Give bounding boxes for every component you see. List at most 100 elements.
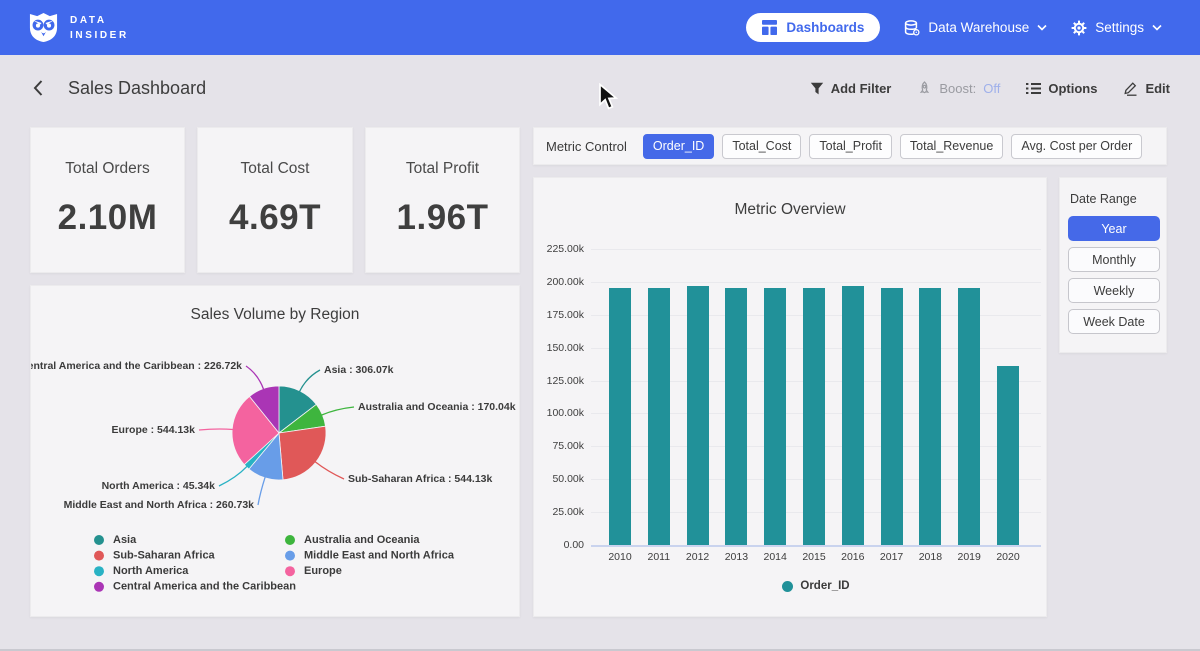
y-axis-tick: 125.00k: [534, 375, 584, 387]
bar-2013[interactable]: [725, 288, 747, 545]
bar-chart-legend[interactable]: Order_ID: [591, 580, 1041, 592]
date-range-weekly[interactable]: Weekly: [1068, 278, 1160, 303]
bar-2012[interactable]: [687, 286, 709, 545]
boost-toggle[interactable]: Boost: Off: [917, 81, 1000, 96]
metric-chip-total-cost[interactable]: Total_Cost: [722, 134, 801, 159]
add-filter-button[interactable]: Add Filter: [810, 81, 892, 96]
top-nav-menu: Dashboards Data Warehouse: [746, 13, 1162, 42]
kpi-card-total-cost: Total Cost 4.69T: [197, 127, 353, 273]
x-axis-tick: 2016: [833, 551, 873, 563]
pie-leader-line: [219, 466, 247, 486]
pie-label-middle-east-and-north-africa: Middle East and North Africa : 260.73k: [64, 499, 255, 511]
options-button[interactable]: Options: [1026, 81, 1097, 96]
brand-line-2: INSIDER: [70, 30, 129, 41]
pie-legend-north-america[interactable]: North America: [113, 565, 189, 577]
kpi-label: Total Profit: [406, 160, 479, 178]
kpi-card-total-profit: Total Profit 1.96T: [365, 127, 520, 273]
settings-label: Settings: [1095, 20, 1144, 35]
pie-label-north-america: North America : 45.34k: [102, 480, 216, 492]
chevron-left-icon: [32, 79, 44, 97]
metric-chip-total-revenue[interactable]: Total_Revenue: [900, 134, 1003, 159]
x-axis-tick: 2019: [949, 551, 989, 563]
x-axis-tick: 2011: [639, 551, 679, 563]
gridline: [591, 249, 1041, 250]
owl-logo-icon: [27, 12, 60, 43]
legend-dot-icon: [94, 535, 104, 545]
legend-dot-icon: [94, 551, 104, 561]
pie-label-sub-saharan-africa: Sub-Saharan Africa : 544.13k: [348, 473, 492, 485]
y-axis-tick: 0.00: [534, 539, 584, 551]
x-axis-tick: 2014: [755, 551, 795, 563]
metric-chip-order-id[interactable]: Order_ID: [643, 134, 714, 159]
edit-button[interactable]: Edit: [1123, 81, 1170, 96]
brand-line-1: DATA: [70, 15, 129, 26]
data-warehouse-label: Data Warehouse: [928, 20, 1029, 35]
y-axis-tick: 100.00k: [534, 407, 584, 419]
legend-dot-icon: [782, 581, 793, 592]
pie-legend-europe[interactable]: Europe: [304, 565, 342, 577]
sales-volume-panel: Sales Volume by Region Asia : 306.07kAus…: [30, 285, 520, 617]
y-axis-tick: 175.00k: [534, 309, 584, 321]
kpi-card-total-orders: Total Orders 2.10M: [30, 127, 185, 273]
legend-dot-icon: [94, 582, 104, 592]
legend-dot-icon: [285, 566, 295, 576]
dashboards-button[interactable]: Dashboards: [746, 13, 880, 42]
pie-legend-asia[interactable]: Asia: [113, 534, 137, 546]
pie-label-australia-and-oceania: Australia and Oceania : 170.04k: [358, 401, 516, 413]
pie-leader-line: [258, 477, 265, 505]
legend-label: Order_ID: [800, 580, 849, 592]
page-title: Sales Dashboard: [68, 78, 206, 99]
pie-leader-line: [299, 370, 320, 392]
pie-leader-line: [315, 462, 344, 479]
pie-legend-sub-saharan-africa[interactable]: Sub-Saharan Africa: [113, 550, 216, 562]
gear-icon: [1071, 20, 1087, 36]
legend-dot-icon: [285, 535, 295, 545]
brand-logo[interactable]: DATA INSIDER: [27, 12, 129, 43]
x-axis-tick: 2020: [988, 551, 1028, 563]
pie-label-asia: Asia : 306.07k: [324, 364, 394, 376]
bar-2020[interactable]: [997, 366, 1019, 545]
chevron-down-icon: [1152, 24, 1162, 31]
header-actions: Add Filter Boost: Off: [810, 81, 1170, 96]
date-range-monthly[interactable]: Monthly: [1068, 247, 1160, 272]
bar-2019[interactable]: [958, 288, 980, 545]
bar-2015[interactable]: [803, 288, 825, 545]
pencil-icon: [1123, 81, 1138, 96]
edit-label: Edit: [1145, 81, 1170, 96]
bar-chart: 225.00k200.00k175.00k150.00k125.00k100.0…: [534, 178, 1046, 616]
metric-chip-group: Order_ID Total_Cost Total_Profit Total_Reve…: [643, 134, 1142, 159]
bar-2018[interactable]: [919, 288, 941, 545]
bar-2011[interactable]: [648, 288, 670, 545]
boost-state: Off: [983, 81, 1000, 96]
x-axis-tick: 2017: [872, 551, 912, 563]
pie-leader-line: [321, 407, 354, 415]
metric-chip-total-profit[interactable]: Total_Profit: [809, 134, 892, 159]
y-axis-tick: 200.00k: [534, 276, 584, 288]
pie-legend-central-america-and-the-caribbean[interactable]: Central America and the Caribbean: [113, 581, 296, 593]
data-warehouse-menu[interactable]: Data Warehouse: [904, 20, 1047, 36]
bar-2016[interactable]: [842, 286, 864, 545]
boost-label: Boost:: [939, 81, 976, 96]
screen: DATA INSIDER Dashboards: [0, 0, 1200, 651]
pie-chart: Asia : 306.07k Australia and Oceania : 17…: [31, 286, 521, 618]
kpi-label: Total Cost: [241, 160, 310, 178]
bar-2010[interactable]: [609, 288, 631, 545]
pie-slice-sub-saharan-africa[interactable]: [279, 426, 326, 480]
bar-2017[interactable]: [881, 288, 903, 545]
date-range-year[interactable]: Year: [1068, 216, 1160, 241]
kpi-value: 4.69T: [229, 198, 321, 238]
pie-leader-line: [246, 366, 264, 390]
metric-chip-avg-cost-per-order[interactable]: Avg. Cost per Order: [1011, 134, 1142, 159]
metric-control-label: Metric Control: [546, 139, 627, 154]
date-range-week-date[interactable]: Week Date: [1068, 309, 1160, 334]
pie-legend-middle-east-and-north-africa[interactable]: Middle East and North Africa: [304, 550, 455, 562]
add-filter-label: Add Filter: [831, 81, 892, 96]
x-axis-tick: 2015: [794, 551, 834, 563]
database-icon: [904, 20, 920, 36]
bar-2014[interactable]: [764, 288, 786, 545]
rocket-icon: [917, 81, 932, 95]
back-button[interactable]: [30, 77, 46, 99]
pie-legend-australia-and-oceania[interactable]: Australia and Oceania: [304, 534, 420, 546]
settings-menu[interactable]: Settings: [1071, 20, 1162, 36]
date-range-label: Date Range: [1070, 192, 1158, 206]
